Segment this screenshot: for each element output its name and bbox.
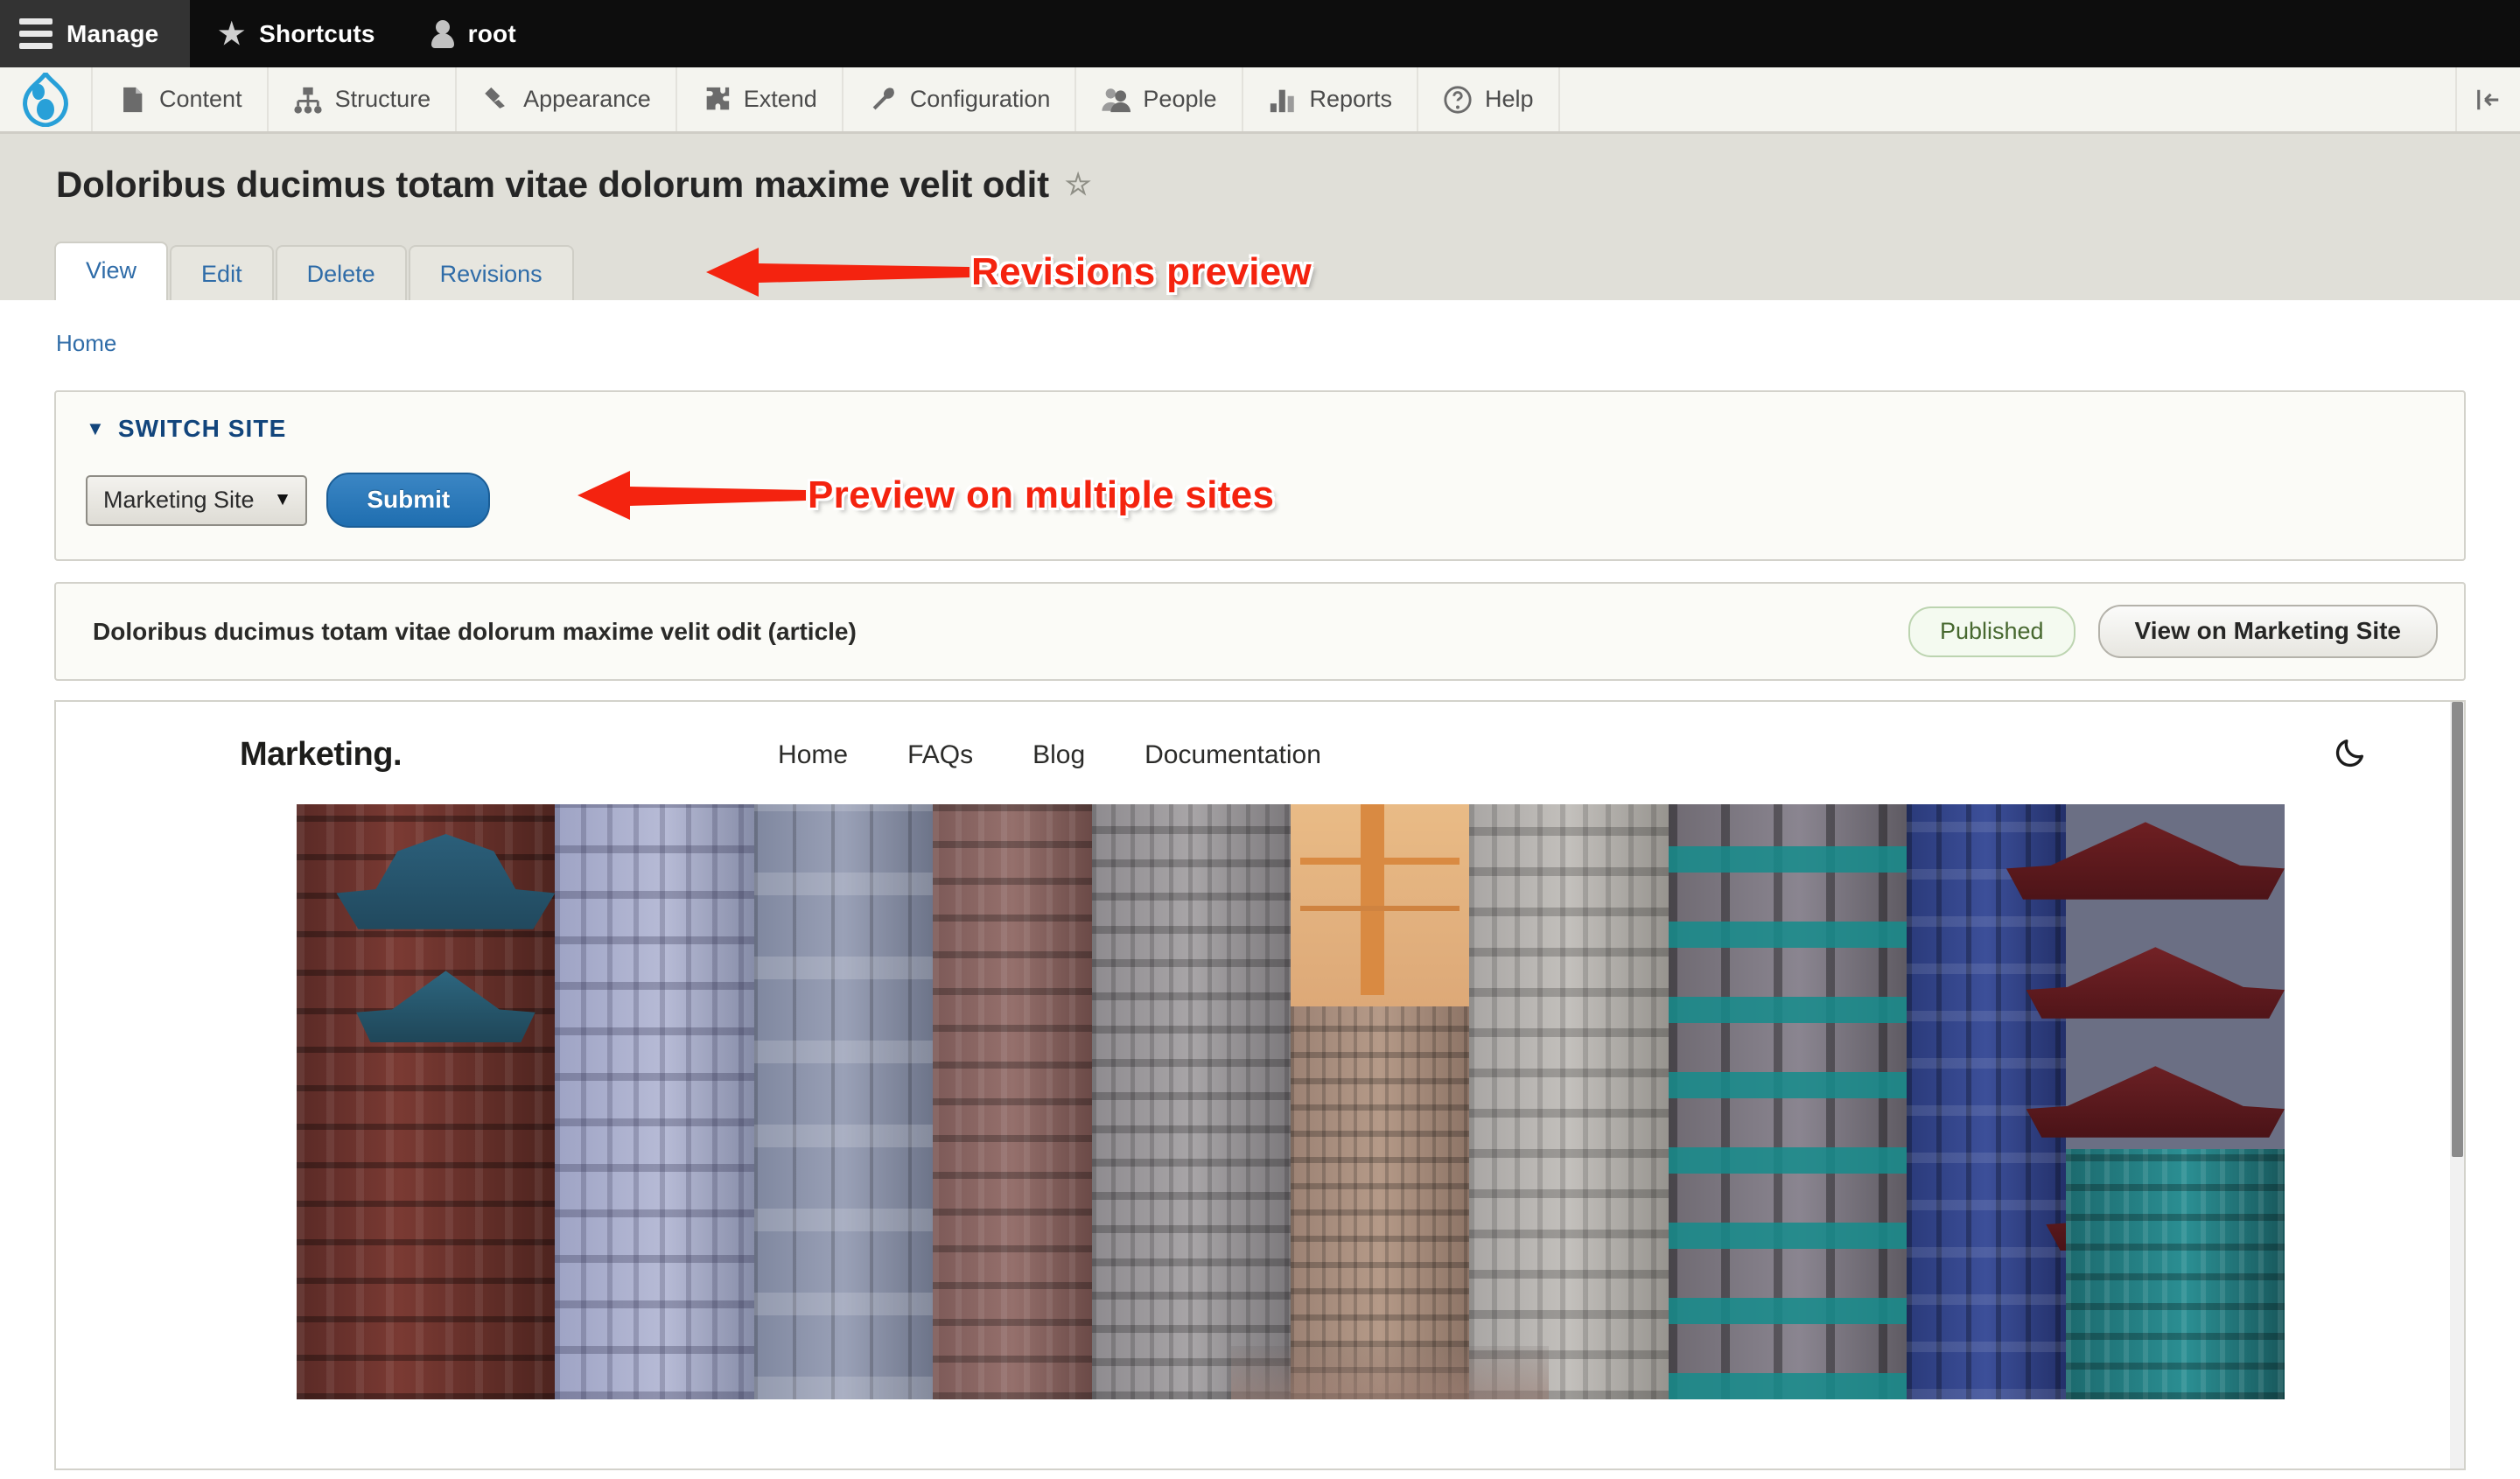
chevron-down-icon: ▼ <box>273 489 292 509</box>
admin-menu-item-structure-label: Structure <box>334 86 431 112</box>
preview-scrollbar-thumb[interactable] <box>2452 702 2463 1157</box>
submit-button[interactable]: Submit <box>326 473 491 528</box>
admin-menu-item-content[interactable]: Content <box>91 67 267 131</box>
node-label: Doloribus ducimus totam vitae dolorum ma… <box>93 617 857 645</box>
collapse-tray-icon[interactable] <box>2455 67 2520 131</box>
toolbar-tab-shortcuts[interactable]: ★ Shortcuts <box>190 0 402 67</box>
admin-menu-bar: Content Structure Appearance Extend Conf… <box>0 67 2520 134</box>
tab-view[interactable]: View <box>54 241 169 300</box>
admin-menu-item-reports[interactable]: Reports <box>1241 67 1418 131</box>
preview-site-logo[interactable]: Marketing. <box>240 736 402 774</box>
toolbar-tab-user[interactable]: root <box>403 0 544 67</box>
drupal-drop-icon[interactable] <box>0 67 91 131</box>
admin-menu-item-help[interactable]: Help <box>1417 67 1558 131</box>
switch-site-legend-label: SWITCH SITE <box>117 415 287 442</box>
puzzle-piece-icon <box>706 87 729 109</box>
annotation-preview-multiple-sites-text: Preview on multiple sites <box>808 473 1275 516</box>
page-title-text: Doloribus ducimus totam vitae dolorum ma… <box>56 164 1049 205</box>
admin-menu-item-help-label: Help <box>1485 86 1534 112</box>
paintbrush-icon <box>485 87 506 109</box>
page-header-region: Doloribus ducimus totam vitae dolorum ma… <box>0 134 2520 300</box>
admin-menu-item-configuration[interactable]: Configuration <box>841 67 1075 131</box>
admin-toolbar-bar: Manage ★ Shortcuts root <box>0 0 2520 67</box>
bar-chart-icon <box>1270 89 1294 112</box>
preview-nav-home[interactable]: Home <box>778 740 848 770</box>
preview-site-header: Marketing. Home FAQs Blog Documentation <box>56 702 2464 804</box>
admin-menu-item-appearance-label: Appearance <box>523 86 651 112</box>
admin-menu-item-extend-label: Extend <box>743 86 817 112</box>
admin-menu-spacer <box>1558 67 2455 131</box>
admin-menu-item-people[interactable]: People <box>1074 67 1241 131</box>
site-preview-panel: Marketing. Home FAQs Blog Documentation <box>54 700 2466 1470</box>
crescent-moon-icon <box>2335 740 2363 768</box>
node-preview-info-bar: Doloribus ducimus totam vitae dolorum ma… <box>54 582 2466 681</box>
site-select-value: Marketing Site <box>103 486 255 513</box>
wrench-icon <box>872 87 894 109</box>
annotation-preview-multiple-sites: Preview on multiple sites <box>576 467 1274 523</box>
toolbar-tab-shortcuts-label: Shortcuts <box>259 19 375 47</box>
left-arrow-icon <box>578 471 806 520</box>
tab-revisions[interactable]: Revisions <box>408 244 574 300</box>
switch-site-legend[interactable]: ▼ SWITCH SITE <box>86 415 2434 443</box>
admin-menu-item-extend[interactable]: Extend <box>675 67 842 131</box>
hamburger-icon <box>19 18 52 49</box>
admin-menu-item-structure[interactable]: Structure <box>266 67 456 131</box>
status-badge: Published <box>1908 606 2076 657</box>
admin-menu-item-configuration-label: Configuration <box>909 86 1051 112</box>
star-icon: ★ <box>218 17 246 51</box>
star-outline-icon[interactable]: ☆ <box>1065 170 1091 200</box>
switch-site-fieldset: ▼ SWITCH SITE Marketing Site ▼ Submit Pr… <box>54 390 2466 561</box>
chevron-down-icon: ▼ <box>86 417 106 439</box>
preview-nav-blog[interactable]: Blog <box>1032 740 1085 770</box>
annotation-revisions-preview-text: Revisions preview <box>971 250 1312 293</box>
annotation-revisions-preview: Revisions preview <box>704 244 1312 300</box>
toolbar-tab-manage[interactable]: Manage <box>0 0 191 67</box>
site-select[interactable]: Marketing Site ▼ <box>86 474 308 526</box>
switch-site-form-row: Marketing Site ▼ Submit Preview on multi… <box>86 471 2434 528</box>
people-icon <box>1102 88 1131 112</box>
tab-view-label: View <box>86 256 137 284</box>
page-icon <box>123 87 143 112</box>
tab-delete-label: Delete <box>306 260 375 287</box>
tab-revisions-label: Revisions <box>439 260 542 287</box>
dark-mode-toggle[interactable] <box>2333 735 2412 775</box>
preview-hero-image <box>297 804 2285 1399</box>
primary-tabs: View Edit Delete Revisions Revisions pre… <box>0 237 2520 300</box>
page-title: Doloribus ducimus totam vitae dolorum ma… <box>0 164 2520 206</box>
tab-edit[interactable]: Edit <box>170 244 274 300</box>
question-mark-icon <box>1444 85 1472 114</box>
toolbar-tab-user-label: root <box>467 19 516 47</box>
page-content-region: Home ▼ SWITCH SITE Marketing Site ▼ Subm… <box>0 300 2520 1470</box>
admin-menu-item-appearance[interactable]: Appearance <box>455 67 676 131</box>
toolbar-tab-manage-label: Manage <box>66 19 159 47</box>
breadcrumb-item-home[interactable]: Home <box>56 330 116 356</box>
tab-delete[interactable]: Delete <box>275 244 407 300</box>
person-icon <box>430 19 454 49</box>
sitemap-icon <box>293 87 322 114</box>
preview-nav-documentation[interactable]: Documentation <box>1144 740 1321 770</box>
preview-scrollbar-track[interactable] <box>2450 702 2464 1468</box>
admin-menu-item-reports-label: Reports <box>1309 86 1393 112</box>
preview-nav-faqs[interactable]: FAQs <box>907 740 973 770</box>
breadcrumb: Home <box>0 300 2520 375</box>
admin-menu-item-content-label: Content <box>159 86 242 112</box>
preview-site-nav: Home FAQs Blog Documentation <box>778 740 1321 770</box>
node-actions: Published View on Marketing Site <box>1908 605 2438 658</box>
view-on-site-button[interactable]: View on Marketing Site <box>2097 605 2438 658</box>
left-arrow-icon <box>706 248 970 297</box>
tab-edit-label: Edit <box>201 260 242 287</box>
admin-menu-item-people-label: People <box>1143 86 1217 112</box>
